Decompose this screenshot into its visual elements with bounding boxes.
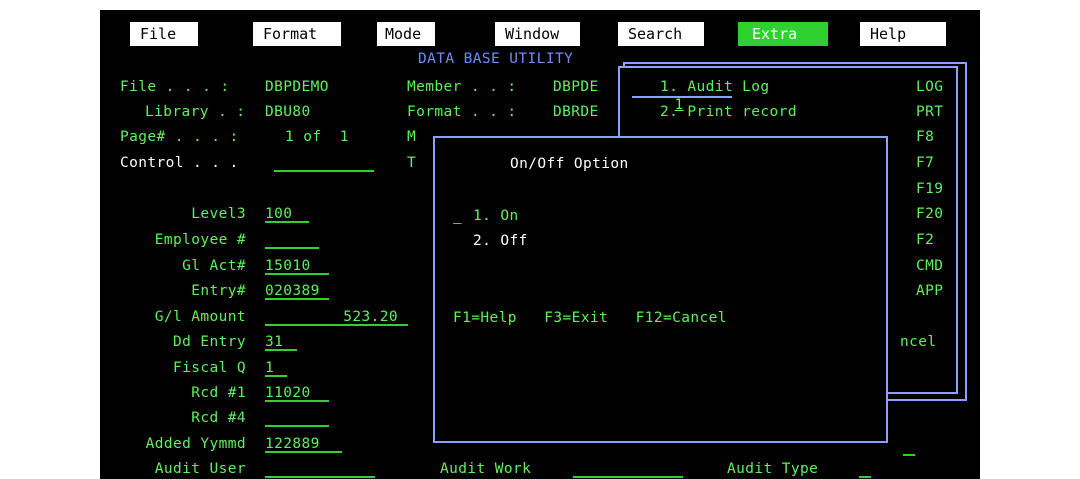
cursor-field[interactable] xyxy=(903,438,915,456)
menu-mode[interactable]: Mode xyxy=(377,22,435,46)
m-field-label: M xyxy=(407,129,417,145)
added-yymmd-field[interactable]: 122889 xyxy=(265,435,342,453)
menu-search[interactable]: Search xyxy=(618,22,704,46)
extra-key-log: LOG xyxy=(916,79,944,95)
extra-item-print-record[interactable]: 2. Print record xyxy=(660,103,797,121)
popup-option-off[interactable]: 2. Off xyxy=(473,232,528,250)
file-label: File . . . : xyxy=(120,79,230,95)
field-label: Audit User xyxy=(154,461,246,477)
popup-title: On/Off Option xyxy=(510,156,629,172)
field-label: Level3 xyxy=(191,206,246,222)
employee-field[interactable] xyxy=(265,231,319,249)
field-label: Fiscal Q xyxy=(172,360,246,376)
dd-entry-field[interactable]: 31 xyxy=(265,333,297,351)
extra-key-prt: PRT xyxy=(916,104,944,120)
menu-window[interactable]: Window xyxy=(495,22,580,46)
control-input[interactable] xyxy=(274,154,374,172)
extra-key-cmd: CMD xyxy=(916,258,944,274)
menu-format[interactable]: Format xyxy=(253,22,341,46)
extra-item-audit-log[interactable]: 1. Audit Log xyxy=(660,78,770,96)
page-value: 1 of 1 xyxy=(285,129,349,145)
field-label: G/l Amount xyxy=(154,309,246,325)
member-label: Member . . : xyxy=(407,79,517,95)
audit-user-field[interactable] xyxy=(265,460,375,478)
t-field-label: T xyxy=(407,155,417,171)
on-off-popup: On/Off Option _ 1. On 2. Off F1=Help F3=… xyxy=(433,136,888,443)
entry-field[interactable]: 020389 xyxy=(265,282,329,300)
extra-key-f20: F20 xyxy=(916,206,944,222)
field-label: Rcd #1 xyxy=(191,385,246,401)
extra-key-f8: F8 xyxy=(916,129,935,145)
menu-file[interactable]: File xyxy=(130,22,198,46)
audit-type-label: Audit Type xyxy=(727,461,819,477)
menu-help[interactable]: Help xyxy=(860,22,946,46)
popup-fkeys[interactable]: F1=Help F3=Exit F12=Cancel xyxy=(453,309,727,327)
member-value: DBPDE xyxy=(553,79,599,95)
terminal-screen: File Format Mode Window Search Extra Hel… xyxy=(100,10,980,479)
control-label: Control . . . xyxy=(120,155,239,171)
fiscal-q-field[interactable]: 1 xyxy=(265,359,287,377)
popup-option-on[interactable]: 1. On xyxy=(473,207,519,225)
page-label: Page# . . . : xyxy=(120,129,239,145)
format-label: Format . . : xyxy=(407,104,517,120)
screen-title: DATA BASE UTILITY xyxy=(418,51,574,67)
audit-work-label: Audit Work xyxy=(440,461,532,477)
file-value: DBPDEMO xyxy=(265,79,329,95)
extra-key-f7: F7 xyxy=(916,155,935,171)
field-label: Employee # xyxy=(154,232,246,248)
rcd4-field[interactable] xyxy=(265,409,329,427)
audit-type-field[interactable] xyxy=(859,460,871,478)
extra-cancel-partial: ncel xyxy=(900,334,937,350)
field-label: Gl Act# xyxy=(182,258,246,274)
field-label: Dd Entry xyxy=(172,334,246,350)
library-label: Library . : xyxy=(145,104,246,120)
extra-key-f2: F2 xyxy=(916,232,935,248)
gl-act-field[interactable]: 15010 xyxy=(265,257,329,275)
library-value: DBU80 xyxy=(265,104,311,120)
field-label: Added Yymmd xyxy=(145,436,246,452)
field-label: Rcd #4 xyxy=(191,410,246,426)
level3-field[interactable]: 100 xyxy=(265,205,309,223)
format-value: DBRDE xyxy=(553,104,599,120)
field-label: Entry# xyxy=(191,283,246,299)
rcd1-field[interactable]: 11020 xyxy=(265,384,329,402)
popup-option-input[interactable]: _ xyxy=(453,207,462,225)
menu-extra[interactable]: Extra xyxy=(738,22,828,46)
audit-work-field[interactable] xyxy=(573,460,683,478)
extra-key-f19: F19 xyxy=(916,181,944,197)
gl-amount-field[interactable]: 523.20 xyxy=(265,308,408,326)
extra-key-app: APP xyxy=(916,283,944,299)
